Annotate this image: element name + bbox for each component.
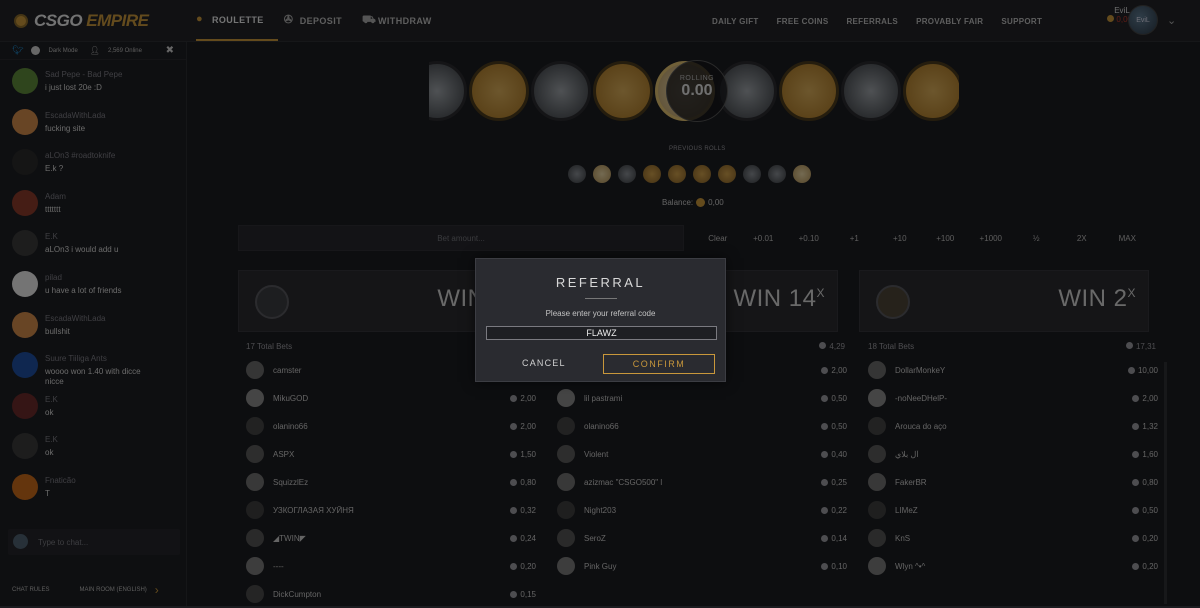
confirm-button[interactable]: CONFIRM [603, 354, 715, 374]
referral-code-input[interactable] [486, 326, 717, 340]
cancel-button[interactable]: CANCEL [522, 358, 566, 368]
modal-subtitle: Please enter your referral code [545, 309, 656, 318]
modal-divider [584, 298, 617, 299]
modal-title: REFERRAL [555, 275, 646, 290]
referral-modal: REFERRAL Please enter your referral code… [475, 258, 726, 382]
